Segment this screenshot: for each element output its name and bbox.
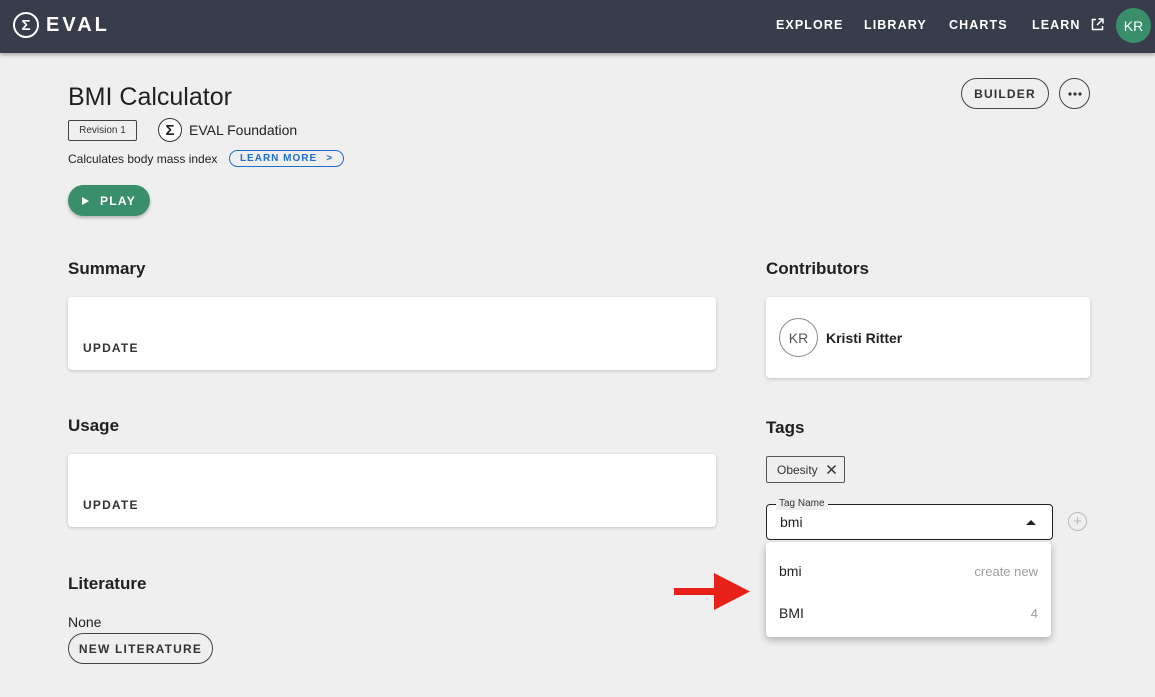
contributor-name[interactable]: Kristi Ritter — [826, 330, 902, 346]
tag-option-meta: create new — [974, 564, 1038, 579]
app-name: EVAL — [46, 13, 110, 36]
app-logo[interactable]: Σ EVAL — [13, 12, 110, 38]
tag-name-label: Tag Name — [776, 498, 828, 510]
nav-library[interactable]: LIBRARY — [864, 18, 927, 32]
caret-up-icon[interactable] — [1026, 520, 1036, 525]
play-button[interactable]: PLAY — [68, 185, 150, 216]
play-label: PLAY — [99, 193, 137, 208]
sigma-logo-icon: Σ — [13, 12, 39, 38]
page-title: BMI Calculator — [68, 83, 232, 111]
tags-title: Tags — [766, 418, 805, 437]
literature-title: Literature — [68, 574, 147, 593]
nav-explore[interactable]: EXPLORE — [776, 18, 843, 32]
tag-option-label: BMI — [779, 605, 804, 621]
tag-chip: Obesity — [766, 456, 845, 483]
chevron-right-icon: > — [326, 153, 334, 164]
org-logo-icon: Σ — [158, 118, 182, 142]
learn-more-label: LEARN MORE — [239, 153, 318, 164]
usage-card: UPDATE — [68, 454, 716, 527]
literature-empty-text: None — [68, 614, 102, 630]
play-icon — [81, 196, 89, 205]
summary-update-button[interactable]: UPDATE — [83, 341, 139, 355]
top-app-bar: Σ EVAL EXPLORE LIBRARY CHARTS LEARN KR — [0, 0, 1155, 53]
summary-title: Summary — [68, 259, 146, 278]
nav-learn[interactable]: LEARN — [1032, 18, 1104, 32]
contributors-title: Contributors — [766, 259, 869, 278]
red-arrow-icon — [674, 573, 750, 610]
nav-charts[interactable]: CHARTS — [949, 18, 1008, 32]
description: Calculates body mass index — [68, 152, 218, 166]
close-icon[interactable] — [826, 464, 837, 475]
org-name[interactable]: EVAL Foundation — [189, 122, 297, 138]
external-link-icon — [1091, 18, 1104, 31]
learn-more-button[interactable]: LEARN MORE > — [229, 150, 344, 167]
summary-card: UPDATE — [68, 297, 716, 370]
more-horizontal-icon — [1067, 91, 1082, 96]
tag-name-input[interactable] — [780, 514, 1010, 530]
new-literature-button[interactable]: NEW LITERATURE — [68, 633, 213, 664]
nav-learn-label: LEARN — [1032, 18, 1081, 32]
tag-options-dropdown: bmi create new BMI 4 — [766, 542, 1051, 637]
add-circle-icon[interactable]: + — [1068, 512, 1087, 531]
user-avatar[interactable]: KR — [1116, 8, 1151, 43]
revision-badge: Revision 1 — [68, 120, 137, 141]
tag-option[interactable]: BMI 4 — [766, 588, 1051, 630]
builder-button[interactable]: BUILDER — [961, 78, 1049, 109]
contributor-avatar[interactable]: KR — [779, 318, 818, 357]
more-options-button[interactable] — [1059, 78, 1090, 109]
usage-title: Usage — [68, 416, 120, 435]
usage-update-button[interactable]: UPDATE — [83, 498, 139, 512]
tag-option[interactable]: bmi create new — [766, 546, 1051, 588]
tag-option-meta: 4 — [1030, 606, 1038, 621]
tag-chip-label: Obesity — [777, 462, 818, 477]
tag-option-label: bmi — [779, 563, 802, 579]
contributors-card: KR Kristi Ritter — [766, 297, 1090, 378]
